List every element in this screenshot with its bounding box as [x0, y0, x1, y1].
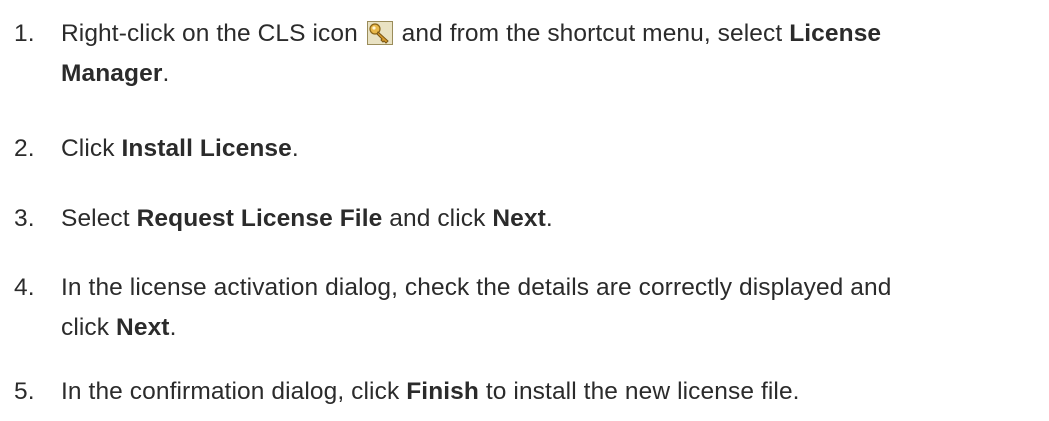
ui-term: Finish [406, 378, 479, 405]
ui-term: Next [116, 314, 170, 341]
ui-term: Install License [121, 135, 292, 162]
step-text-segment: . [169, 314, 177, 341]
step-number: 4. [14, 274, 35, 301]
step-text-segment: Click [61, 135, 122, 162]
step-text-segment: In the license activation dialog, check … [61, 274, 892, 301]
step-text: Select Request License File and click Ne… [61, 199, 1036, 239]
step-text-segment: Select [61, 205, 137, 232]
ui-term: Manager [61, 60, 163, 87]
step-text: Right-click on the CLS icon and from the… [61, 14, 1036, 94]
ui-term: Request License File [136, 205, 383, 232]
step-number: 2. [14, 135, 35, 162]
step-text-segment: click [61, 314, 117, 341]
step-text-segment: In the confirmation dialog, click [61, 378, 407, 405]
step-text-segment: . [162, 60, 170, 87]
step-number: 3. [14, 205, 35, 232]
step-text-segment: and from the shortcut menu, select [394, 20, 790, 47]
step-text: In the confirmation dialog, click Finish… [61, 372, 1036, 412]
step-text-segment: to install the new license file. [478, 378, 800, 405]
key-icon [366, 18, 393, 45]
step-number: 5. [14, 378, 35, 405]
step-text-segment: and click [382, 205, 493, 232]
step-text-segment: Right-click on the CLS icon [61, 20, 358, 47]
step-text-segment: . [545, 205, 553, 232]
ui-term: License [789, 20, 882, 47]
step-text: In the license activation dialog, check … [61, 268, 1036, 348]
step-number: 1. [14, 20, 35, 47]
step-text-segment: . [291, 135, 299, 162]
ui-term: Next [492, 205, 546, 232]
step-text: Click Install License. [61, 129, 1036, 169]
instruction-steps: 1. Right-click on the CLS icon and from … [0, 0, 1049, 421]
